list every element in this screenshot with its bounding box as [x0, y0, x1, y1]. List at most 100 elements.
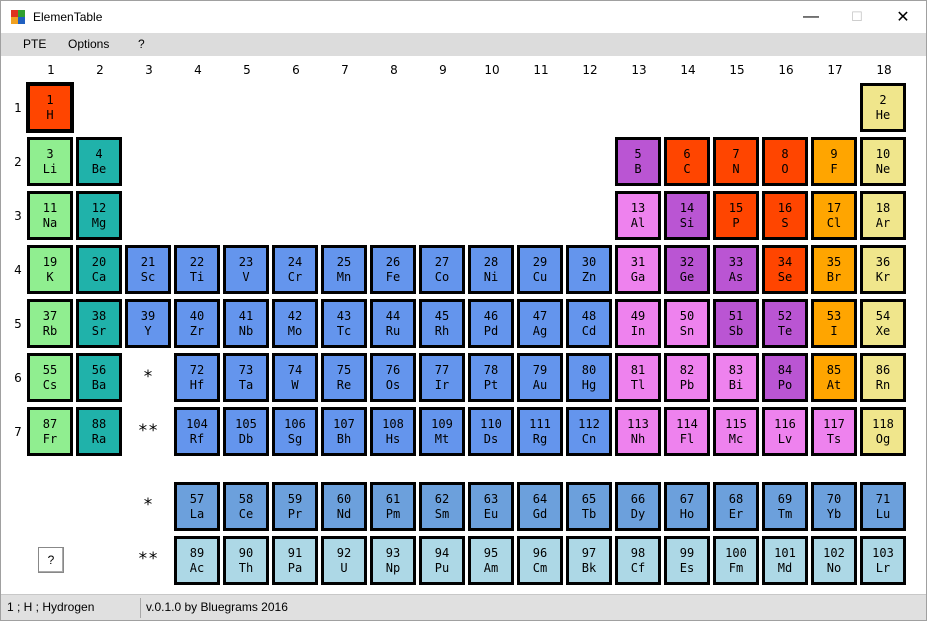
element-cell-lv[interactable]: 116 Lv: [762, 407, 808, 456]
element-cell-rn[interactable]: 86 Rn: [860, 353, 906, 402]
element-cell-h[interactable]: 1H: [26, 82, 74, 133]
element-cell-es[interactable]: 99 Es: [664, 536, 710, 585]
element-cell-si[interactable]: 14 Si: [664, 191, 710, 240]
element-cell-bk[interactable]: 97 Bk: [566, 536, 612, 585]
element-cell-md[interactable]: 101 Md: [762, 536, 808, 585]
element-cell-pa[interactable]: 91 Pa: [272, 536, 318, 585]
element-cell-au[interactable]: 79 Au: [517, 353, 563, 402]
element-cell-cf[interactable]: 98 Cf: [615, 536, 661, 585]
element-cell-mo[interactable]: 42 Mo: [272, 299, 318, 348]
element-cell-sg[interactable]: 106 Sg: [272, 407, 318, 456]
element-cell-ni[interactable]: 28 Ni: [468, 245, 514, 294]
help-button[interactable]: ?: [38, 547, 64, 573]
element-cell-o[interactable]: 8O: [762, 137, 808, 186]
element-cell-hf[interactable]: 72 Hf: [174, 353, 220, 402]
element-cell-lu[interactable]: 71 Lu: [860, 482, 906, 531]
element-cell-te[interactable]: 52 Te: [762, 299, 808, 348]
element-cell-b[interactable]: 5B: [615, 137, 661, 186]
menu-options[interactable]: Options: [68, 37, 109, 51]
element-cell-sr[interactable]: 38 Sr: [76, 299, 122, 348]
close-button[interactable]: ✕: [880, 1, 926, 33]
element-cell-cu[interactable]: 29 Cu: [517, 245, 563, 294]
element-cell-th[interactable]: 90 Th: [223, 536, 269, 585]
element-cell-ir[interactable]: 77 Ir: [419, 353, 465, 402]
element-cell-ra[interactable]: 88 Ra: [76, 407, 122, 456]
element-cell-am[interactable]: 95 Am: [468, 536, 514, 585]
element-cell-fl[interactable]: 114 Fl: [664, 407, 710, 456]
element-cell-mt[interactable]: 109 Mt: [419, 407, 465, 456]
element-cell-pt[interactable]: 78 Pt: [468, 353, 514, 402]
menu-pte[interactable]: PTE: [23, 37, 46, 51]
element-cell-sb[interactable]: 51 Sb: [713, 299, 759, 348]
element-cell-kr[interactable]: 36 Kr: [860, 245, 906, 294]
element-cell-se[interactable]: 34 Se: [762, 245, 808, 294]
element-cell-cn[interactable]: 112 Cn: [566, 407, 612, 456]
element-cell-hg[interactable]: 80 Hg: [566, 353, 612, 402]
element-cell-ce[interactable]: 58 Ce: [223, 482, 269, 531]
element-cell-pb[interactable]: 82 Pb: [664, 353, 710, 402]
element-cell-cd[interactable]: 48 Cd: [566, 299, 612, 348]
element-cell-rf[interactable]: 104 Rf: [174, 407, 220, 456]
element-cell-cs[interactable]: 55 Cs: [27, 353, 73, 402]
element-cell-cl[interactable]: 17 Cl: [811, 191, 857, 240]
element-cell-lr[interactable]: 103 Lr: [860, 536, 906, 585]
element-cell-tc[interactable]: 43 Tc: [321, 299, 367, 348]
element-cell-mg[interactable]: 12 Mg: [76, 191, 122, 240]
element-cell-tm[interactable]: 69 Tm: [762, 482, 808, 531]
element-cell-gd[interactable]: 64 Gd: [517, 482, 563, 531]
element-cell-be[interactable]: 4 Be: [76, 137, 122, 186]
element-cell-ar[interactable]: 18 Ar: [860, 191, 906, 240]
element-cell-pm[interactable]: 61 Pm: [370, 482, 416, 531]
element-cell-os[interactable]: 76 Os: [370, 353, 416, 402]
element-cell-mc[interactable]: 115 Mc: [713, 407, 759, 456]
menu-help[interactable]: ?: [138, 37, 145, 51]
element-cell-y[interactable]: 39 Y: [125, 299, 171, 348]
element-cell-ti[interactable]: 22 Ti: [174, 245, 220, 294]
element-cell-c[interactable]: 6C: [664, 137, 710, 186]
element-cell-fm[interactable]: 100 Fm: [713, 536, 759, 585]
element-cell-ba[interactable]: 56 Ba: [76, 353, 122, 402]
maximize-button[interactable]: ☐: [834, 1, 880, 33]
element-cell-pu[interactable]: 94 Pu: [419, 536, 465, 585]
element-cell-n[interactable]: 7N: [713, 137, 759, 186]
element-cell-ca[interactable]: 20 Ca: [76, 245, 122, 294]
element-cell-re[interactable]: 75 Re: [321, 353, 367, 402]
element-cell-he[interactable]: 2 He: [860, 83, 906, 132]
element-cell-bh[interactable]: 107 Bh: [321, 407, 367, 456]
element-cell-og[interactable]: 118 Og: [860, 407, 906, 456]
element-cell-u[interactable]: 92 U: [321, 536, 367, 585]
element-cell-tb[interactable]: 65 Tb: [566, 482, 612, 531]
element-cell-ag[interactable]: 47 Ag: [517, 299, 563, 348]
element-cell-eu[interactable]: 63 Eu: [468, 482, 514, 531]
element-cell-tl[interactable]: 81 Tl: [615, 353, 661, 402]
element-cell-cm[interactable]: 96 Cm: [517, 536, 563, 585]
element-cell-rb[interactable]: 37 Rb: [27, 299, 73, 348]
element-cell-co[interactable]: 27 Co: [419, 245, 465, 294]
element-cell-na[interactable]: 11 Na: [27, 191, 73, 240]
element-cell-ne[interactable]: 10 Ne: [860, 137, 906, 186]
element-cell-ds[interactable]: 110 Ds: [468, 407, 514, 456]
element-cell-zr[interactable]: 40 Zr: [174, 299, 220, 348]
element-cell-pd[interactable]: 46 Pd: [468, 299, 514, 348]
element-cell-la[interactable]: 57 La: [174, 482, 220, 531]
element-cell-in[interactable]: 49 In: [615, 299, 661, 348]
element-cell-ho[interactable]: 67 Ho: [664, 482, 710, 531]
element-cell-fr[interactable]: 87 Fr: [27, 407, 73, 456]
element-cell-at[interactable]: 85 At: [811, 353, 857, 402]
element-cell-ru[interactable]: 44 Ru: [370, 299, 416, 348]
element-cell-nb[interactable]: 41 Nb: [223, 299, 269, 348]
element-cell-w[interactable]: 74 W: [272, 353, 318, 402]
element-cell-np[interactable]: 93 Np: [370, 536, 416, 585]
element-cell-ta[interactable]: 73 Ta: [223, 353, 269, 402]
element-cell-pr[interactable]: 59 Pr: [272, 482, 318, 531]
element-cell-mn[interactable]: 25 Mn: [321, 245, 367, 294]
element-cell-as[interactable]: 33 As: [713, 245, 759, 294]
element-cell-po[interactable]: 84 Po: [762, 353, 808, 402]
element-cell-ac[interactable]: 89 Ac: [174, 536, 220, 585]
element-cell-no[interactable]: 102 No: [811, 536, 857, 585]
element-cell-i[interactable]: 53 I: [811, 299, 857, 348]
element-cell-k[interactable]: 19 K: [27, 245, 73, 294]
element-cell-al[interactable]: 13 Al: [615, 191, 661, 240]
element-cell-ga[interactable]: 31 Ga: [615, 245, 661, 294]
element-cell-zn[interactable]: 30 Zn: [566, 245, 612, 294]
